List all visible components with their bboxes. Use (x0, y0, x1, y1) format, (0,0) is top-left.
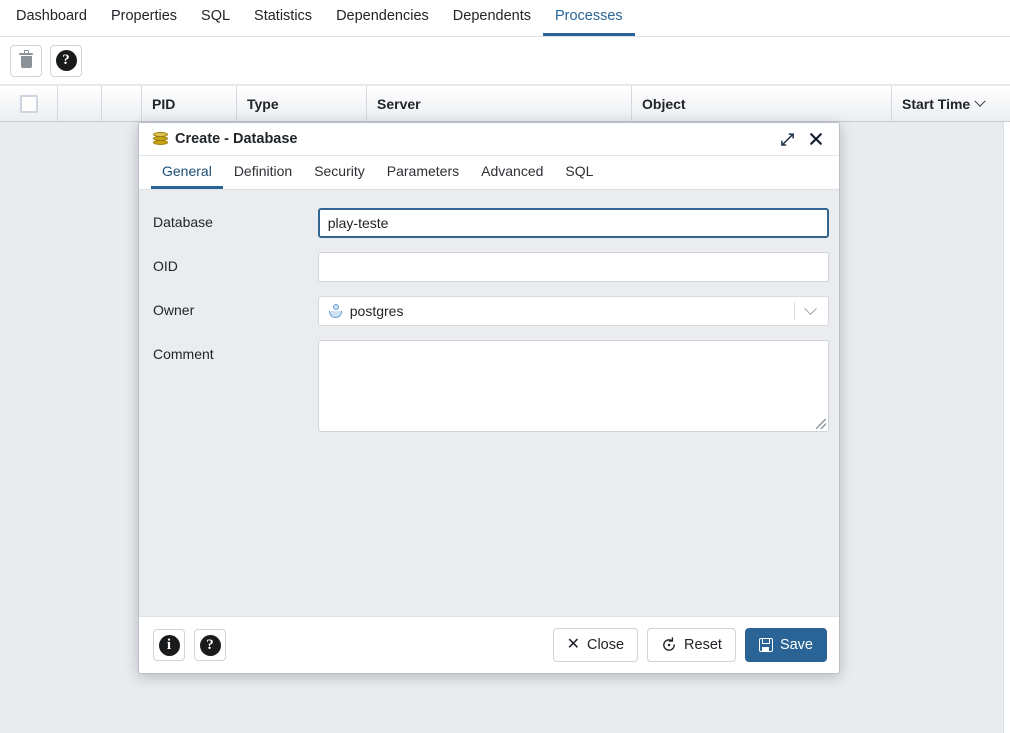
grid-column-type[interactable]: Type (237, 86, 367, 121)
close-button-label: Close (586, 637, 625, 653)
save-button-label: Save (779, 637, 813, 653)
tab-statistics[interactable]: Statistics (242, 0, 324, 36)
reset-button[interactable]: Reset (647, 628, 736, 662)
select-divider (794, 302, 795, 320)
database-input[interactable] (317, 208, 829, 238)
grid-column-spacer-1 (58, 86, 102, 121)
question-mark-icon: ? (55, 50, 77, 71)
close-icon[interactable] (805, 128, 827, 150)
create-database-dialog: Create - Database General Definition Sec… (138, 122, 840, 674)
grid-column-start-time-label: Start Time (902, 95, 971, 112)
close-button[interactable]: ✕ Close (552, 628, 639, 662)
owner-select[interactable]: postgres (317, 296, 829, 326)
save-button[interactable]: Save (744, 628, 827, 662)
select-all-checkbox[interactable] (19, 94, 38, 113)
x-icon: ✕ (566, 636, 580, 653)
tab-dependencies[interactable]: Dependencies (324, 0, 441, 36)
info-circle-icon: i (158, 634, 180, 656)
grid-column-pid[interactable]: PID (142, 86, 237, 121)
tab-dashboard[interactable]: Dashboard (4, 0, 99, 36)
reset-button-label: Reset (684, 637, 722, 653)
form-row-oid: OID (153, 252, 829, 282)
toolbar-help-button[interactable]: ? (50, 44, 82, 77)
grid-column-spacer-2 (102, 86, 142, 121)
question-circle-icon: ? (199, 634, 221, 656)
processes-grid: PID Type Server Object Start Time (0, 85, 1010, 122)
database-icon (153, 132, 168, 146)
dialog-tab-parameters[interactable]: Parameters (376, 156, 470, 189)
trash-icon (19, 50, 33, 69)
grid-column-server[interactable]: Server (367, 86, 632, 121)
floppy-disk-icon (758, 638, 773, 652)
dialog-tab-general[interactable]: General (151, 156, 223, 189)
owner-selected-value: postgres (349, 303, 404, 319)
maximize-icon[interactable] (776, 128, 798, 150)
dialog-info-button[interactable]: i (153, 629, 185, 661)
resize-handle[interactable] (816, 419, 826, 429)
tab-processes[interactable]: Processes (542, 0, 635, 36)
user-icon (329, 304, 343, 318)
owner-label: Owner (153, 302, 195, 318)
oid-label: OID (153, 258, 178, 274)
grid-header-row: PID Type Server Object Start Time (0, 85, 1010, 122)
dialog-tab-definition[interactable]: Definition (223, 156, 303, 189)
grid-column-object[interactable]: Object (632, 86, 892, 121)
tab-sql[interactable]: SQL (189, 0, 242, 36)
dialog-tab-advanced[interactable]: Advanced (470, 156, 554, 189)
dialog-title-bar[interactable]: Create - Database (139, 123, 839, 156)
form-row-comment: Comment (153, 340, 829, 432)
dialog-help-button[interactable]: ? (194, 629, 226, 661)
chevron-down-icon[interactable] (804, 301, 817, 315)
dialog-tab-sql[interactable]: SQL (554, 156, 604, 189)
chevron-down-icon (974, 95, 986, 107)
form-row-database: Database (153, 208, 829, 238)
dialog-tab-bar: General Definition Security Parameters A… (139, 156, 839, 190)
dialog-body-general: Database OID Owner postgres (139, 190, 839, 616)
oid-input[interactable] (317, 252, 829, 282)
form-row-owner: Owner postgres (153, 296, 829, 326)
comment-textarea-wrapper[interactable] (317, 340, 829, 432)
grid-column-start-time[interactable]: Start Time (892, 86, 1010, 121)
main-tab-bar: Dashboard Properties SQL Statistics Depe… (0, 0, 1010, 37)
select-all-cell[interactable] (0, 86, 58, 121)
tab-dependents[interactable]: Dependents (441, 0, 543, 36)
processes-toolbar: ? (0, 37, 1010, 85)
dialog-footer: i ? ✕ Close Reset Save (139, 616, 839, 673)
dialog-title: Create - Database (175, 131, 298, 147)
comment-label: Comment (153, 346, 214, 362)
database-label: Database (153, 214, 213, 230)
delete-process-button[interactable] (10, 44, 42, 77)
dialog-tab-security[interactable]: Security (303, 156, 376, 189)
tab-properties[interactable]: Properties (99, 0, 189, 36)
reset-circle-arrow-icon (663, 637, 675, 651)
